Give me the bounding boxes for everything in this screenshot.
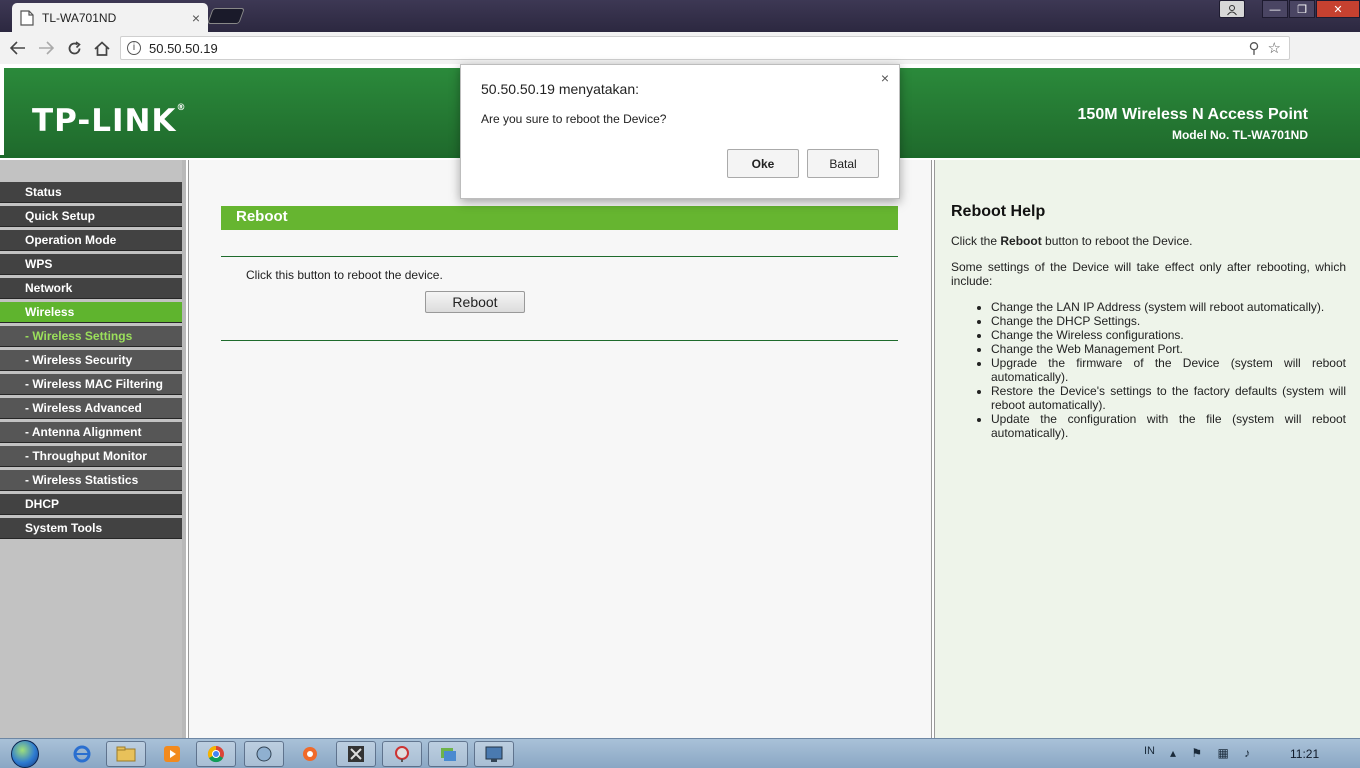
system-tray-icons[interactable]: ▴ ⚑ ▦ ♪: [1170, 746, 1256, 760]
taskbar-clock[interactable]: 11:21: [1290, 747, 1319, 761]
media-player-icon[interactable]: [152, 741, 192, 767]
back-arrow-icon[interactable]: [4, 34, 32, 62]
content-divider-bottom: [221, 340, 898, 341]
app-icon-3[interactable]: [336, 741, 376, 767]
help-intro: Click the Reboot button to reboot the De…: [951, 234, 1193, 248]
sidebar-item-operation-mode[interactable]: Operation Mode: [0, 230, 182, 251]
app-icon-6[interactable]: [474, 741, 514, 767]
help-list-item: Restore the Device's settings to the fac…: [991, 384, 1346, 412]
confirm-dialog: 50.50.50.19 menyatakan: × Are you sure t…: [460, 64, 900, 199]
sidebar-item-wireless-advanced[interactable]: - Wireless Advanced: [0, 398, 182, 419]
help-description: Some settings of the Device will take ef…: [951, 260, 1346, 288]
sidebar-item-wireless[interactable]: Wireless: [0, 302, 182, 323]
sidebar-item-wireless-security[interactable]: - Wireless Security: [0, 350, 182, 371]
bookmark-star-icon[interactable]: ☆: [1268, 39, 1281, 57]
tab-title: TL-WA701ND: [42, 10, 117, 25]
sidebar-item-wps[interactable]: WPS: [0, 254, 182, 275]
browser-tab[interactable]: TL-WA701ND ×: [12, 3, 208, 32]
new-tab-button[interactable]: [207, 8, 245, 24]
page-icon: [20, 9, 34, 26]
sidebar-item-wireless-mac-filtering[interactable]: - Wireless MAC Filtering: [0, 374, 182, 395]
window-controls: — ❐ ✕: [1218, 0, 1360, 18]
tp-link-logo: TP-LINK®: [32, 103, 187, 139]
sidebar-item-system-tools[interactable]: System Tools: [0, 518, 182, 539]
reboot-description: Click this button to reboot the device.: [246, 268, 443, 282]
help-panel: Reboot Help Click the Reboot button to r…: [934, 160, 1360, 738]
app-icon-1[interactable]: [244, 741, 284, 767]
key-icon[interactable]: ⚲: [1249, 39, 1260, 57]
product-title: 150M Wireless N Access Point: [1077, 106, 1308, 123]
model-number: Model No. TL-WA701ND: [1171, 128, 1308, 142]
maximize-button[interactable]: ❐: [1289, 0, 1315, 18]
file-explorer-icon[interactable]: [106, 741, 146, 767]
help-list-item: Update the configuration with the file (…: [991, 412, 1346, 440]
reload-icon[interactable]: [60, 34, 88, 62]
window-close-button[interactable]: ✕: [1316, 0, 1360, 18]
info-icon[interactable]: i: [127, 41, 141, 55]
internet-explorer-icon[interactable]: [62, 741, 102, 767]
dialog-message: Are you sure to reboot the Device?: [481, 112, 667, 126]
sidebar-item-dhcp[interactable]: DHCP: [0, 494, 182, 515]
help-list-item: Change the LAN IP Address (system will r…: [991, 300, 1346, 314]
section-title: Reboot: [221, 206, 898, 230]
profile-icon[interactable]: [1219, 0, 1245, 18]
app-icon-5[interactable]: [428, 741, 468, 767]
main-content: Reboot Click this button to reboot the d…: [188, 160, 932, 738]
ok-button[interactable]: Oke: [727, 149, 799, 178]
sidebar-item-throughput-monitor[interactable]: - Throughput Monitor: [0, 446, 182, 467]
sidebar-item-antenna-alignment[interactable]: - Antenna Alignment: [0, 422, 182, 443]
sidebar-item-status[interactable]: Status: [0, 182, 182, 203]
start-button[interactable]: [4, 739, 46, 768]
sidebar-menu: Status Quick Setup Operation Mode WPS Ne…: [0, 160, 186, 738]
minimize-button[interactable]: —: [1262, 0, 1288, 18]
home-icon[interactable]: [88, 34, 116, 62]
sidebar-item-quick-setup[interactable]: Quick Setup: [0, 206, 182, 227]
language-indicator[interactable]: IN: [1144, 745, 1155, 757]
cancel-button[interactable]: Batal: [807, 149, 879, 178]
app-icon-4[interactable]: [382, 741, 422, 767]
windows-logo-icon: [11, 740, 39, 768]
sidebar-item-network[interactable]: Network: [0, 278, 182, 299]
help-list-item: Upgrade the firmware of the Device (syst…: [991, 356, 1346, 384]
browser-titlebar: TL-WA701ND × — ❐ ✕: [0, 0, 1360, 32]
windows-taskbar: IN ▴ ⚑ ▦ ♪ 11:21: [0, 738, 1360, 768]
help-list-item: Change the Wireless configurations.: [991, 328, 1346, 342]
dialog-close-icon[interactable]: ×: [881, 70, 889, 86]
browser-toolbar: i 50.50.50.19 ⚲ ☆ ● ⋮: [0, 32, 1360, 88]
dialog-title: 50.50.50.19 menyatakan:: [481, 81, 640, 97]
address-bar[interactable]: i 50.50.50.19 ⚲ ☆: [120, 36, 1290, 60]
help-list-item: Change the Web Management Port.: [991, 342, 1346, 356]
sidebar-item-wireless-statistics[interactable]: - Wireless Statistics: [0, 470, 182, 491]
sidebar-item-wireless-settings[interactable]: - Wireless Settings: [0, 326, 182, 347]
chrome-icon[interactable]: [196, 741, 236, 767]
content-divider-top: [221, 256, 898, 257]
forward-arrow-icon[interactable]: [32, 34, 60, 62]
url-text[interactable]: 50.50.50.19: [149, 41, 1249, 56]
help-list: Change the LAN IP Address (system will r…: [991, 300, 1346, 440]
reboot-button[interactable]: Reboot: [425, 291, 525, 313]
help-title: Reboot Help: [951, 203, 1046, 220]
tab-close-icon[interactable]: ×: [192, 10, 200, 26]
app-icon-2[interactable]: [290, 741, 330, 767]
help-list-item: Change the DHCP Settings.: [991, 314, 1346, 328]
